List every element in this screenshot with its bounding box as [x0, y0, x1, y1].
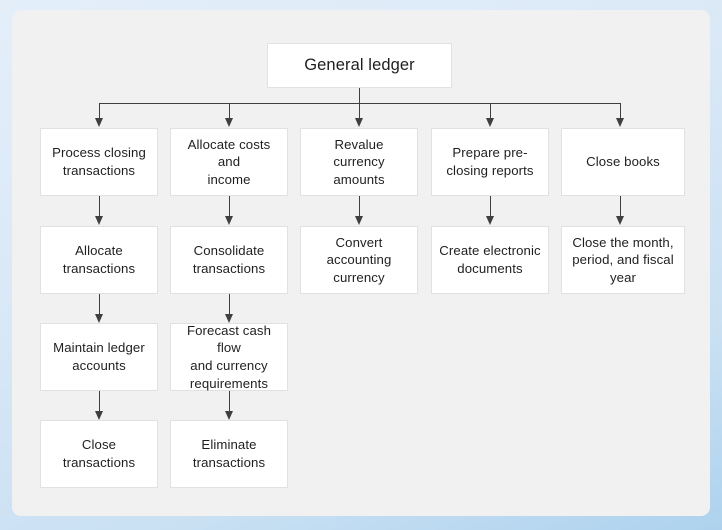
node-allocate-transactions[interactable]: Allocate transactions [40, 226, 158, 294]
node-label: Close the month, period, and fiscal year [572, 234, 674, 285]
arrowhead-col3-row2 [355, 216, 363, 225]
node-close-books[interactable]: Close books [561, 128, 685, 196]
node-prepare-pre-closing-reports[interactable]: Prepare pre- closing reports [431, 128, 549, 196]
arrowhead-col1-row4 [95, 411, 103, 420]
arrowhead-col2-row4 [225, 411, 233, 420]
node-label: Eliminate transactions [192, 437, 266, 470]
diagram-frame: General ledger Process closing transacti… [0, 0, 722, 530]
node-consolidate-transactions[interactable]: Consolidate transactions [170, 226, 288, 294]
node-create-electronic-documents[interactable]: Create electronic documents [431, 226, 549, 294]
node-label: General ledger [304, 55, 415, 74]
node-process-closing-transactions[interactable]: Process closing transactions [40, 128, 158, 196]
node-close-transactions[interactable]: Close transactions [40, 420, 158, 488]
node-forecast-cash-flow[interactable]: Forecast cash flow and currency requirem… [170, 323, 288, 391]
node-label: Allocate costs and income [187, 136, 271, 187]
node-label: Process closing transactions [52, 145, 146, 178]
node-close-the-month-period-fiscal-year[interactable]: Close the month, period, and fiscal year [561, 226, 685, 294]
node-label: Revalue currency amounts [333, 136, 385, 187]
node-general-ledger[interactable]: General ledger [267, 43, 452, 88]
arrowhead-col5-row1 [616, 118, 624, 127]
diagram-canvas: General ledger Process closing transacti… [12, 10, 710, 516]
node-label: Convert accounting currency [326, 234, 392, 285]
node-label: Allocate transactions [62, 243, 136, 276]
node-label: Prepare pre- closing reports [446, 145, 534, 178]
node-revalue-currency-amounts[interactable]: Revalue currency amounts [300, 128, 418, 196]
arrowhead-col1-row2 [95, 216, 103, 225]
connector-root-stem [359, 88, 360, 103]
node-allocate-costs-and-income[interactable]: Allocate costs and income [170, 128, 288, 196]
node-eliminate-transactions[interactable]: Eliminate transactions [170, 420, 288, 488]
arrowhead-col4-row2 [486, 216, 494, 225]
node-label: Create electronic documents [439, 243, 541, 276]
node-label: Maintain ledger accounts [53, 340, 145, 373]
node-maintain-ledger-accounts[interactable]: Maintain ledger accounts [40, 323, 158, 391]
arrowhead-col2-row1 [225, 118, 233, 127]
arrowhead-col5-row2 [616, 216, 624, 225]
arrowhead-col1-row3 [95, 314, 103, 323]
arrowhead-col4-row1 [486, 118, 494, 127]
node-label: Close transactions [62, 437, 136, 470]
node-convert-accounting-currency[interactable]: Convert accounting currency [300, 226, 418, 294]
arrowhead-col3-row1 [355, 118, 363, 127]
node-label: Consolidate transactions [192, 243, 266, 276]
node-label: Forecast cash flow and currency requirem… [186, 322, 272, 391]
arrowhead-col2-row2 [225, 216, 233, 225]
node-label: Close books [586, 154, 660, 170]
arrowhead-col1-row1 [95, 118, 103, 127]
